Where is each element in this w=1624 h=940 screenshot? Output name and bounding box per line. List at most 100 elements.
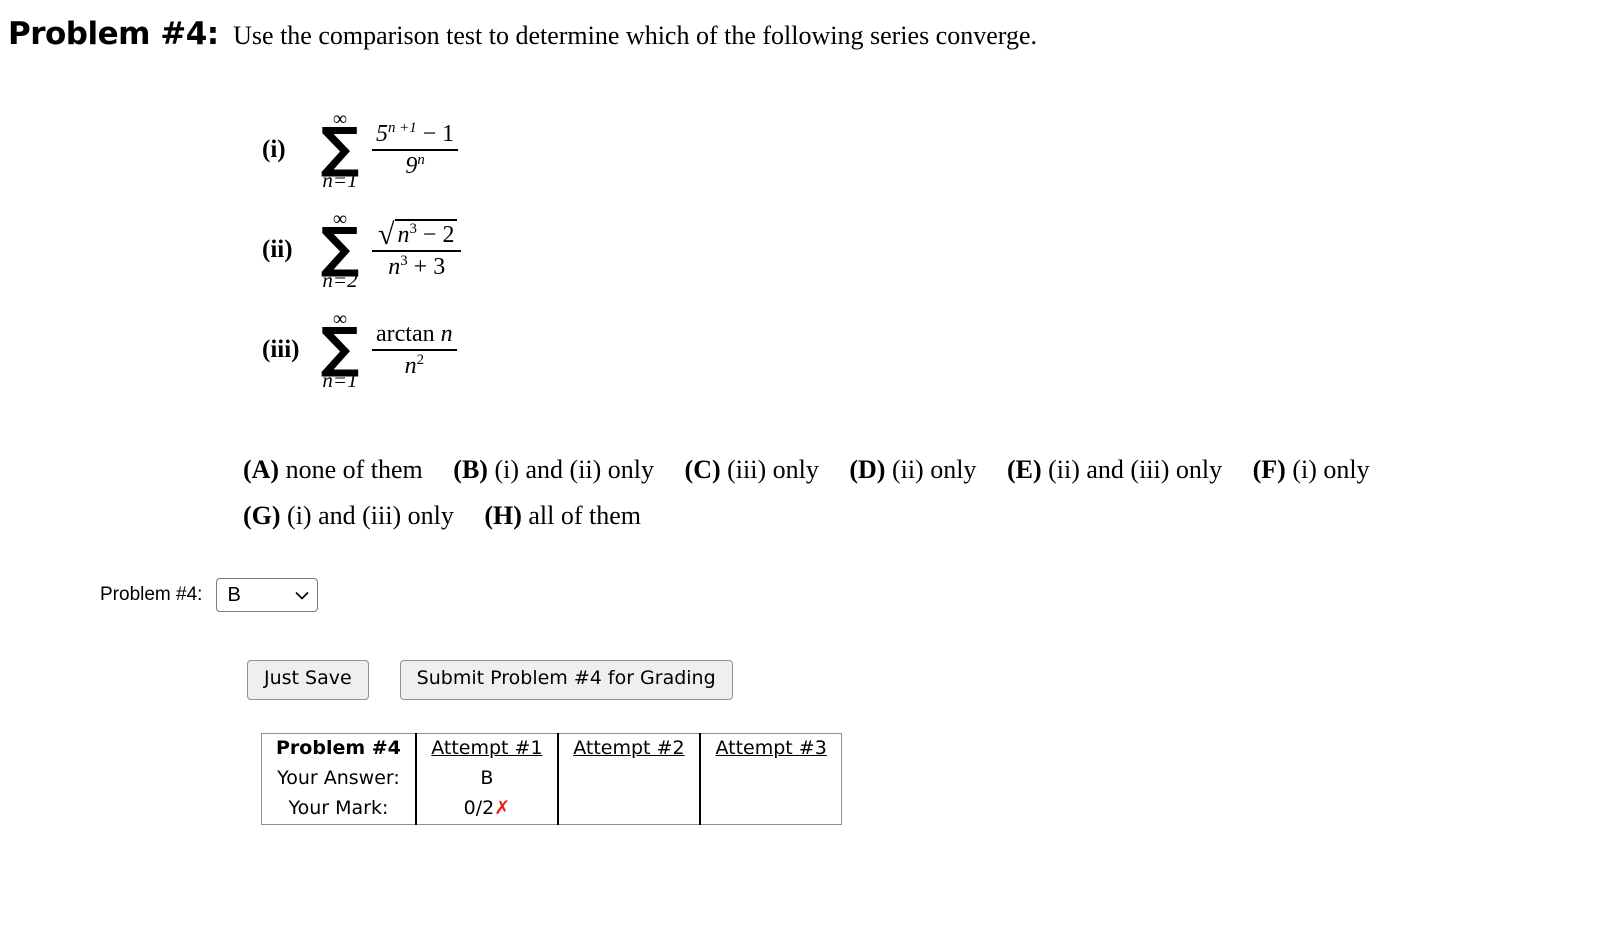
- your-mark-attempt-1: 0/2✗: [415, 794, 559, 825]
- fraction-i: 5n +1 − 1 9n: [372, 119, 459, 181]
- fraction-numerator-ii: √ n3 − 2: [372, 218, 461, 250]
- your-answer-attempt-3: [700, 764, 842, 794]
- incorrect-icon: ✗: [494, 797, 511, 819]
- radicand-tail-ii: − 2: [422, 222, 455, 249]
- fraction-denominator-i: 9n: [401, 151, 428, 181]
- your-answer-attempt-2: [557, 764, 701, 794]
- option-a-letter: (A): [243, 455, 280, 484]
- answer-options: (A) none of them (B) (i) and (ii) only (…: [243, 455, 1613, 547]
- answer-select-value: B: [227, 583, 241, 606]
- radicand-exponent-ii: 3: [409, 221, 417, 238]
- den-exponent-ii: 3: [400, 253, 408, 269]
- radical-icon: √ n3 − 2: [376, 218, 458, 252]
- radicand-ii: n3 − 2: [395, 219, 458, 249]
- den-tail-ii: + 3: [413, 254, 446, 280]
- answer-options-line-2: (G) (i) and (iii) only (H) all of them: [243, 501, 1613, 531]
- summation-iii: ∞ ∑ n=1: [314, 309, 366, 391]
- summation-i: ∞ ∑ n=1: [314, 109, 366, 191]
- option-g: (G) (i) and (iii) only: [243, 501, 454, 530]
- num-exponent-i: n +1: [388, 120, 417, 137]
- mark-value: 0/2: [463, 797, 495, 819]
- chevron-down-icon: [295, 591, 310, 600]
- series-item-ii: (ii) ∞ ∑ n=2 √ n3 − 2 n3 + 3: [262, 200, 462, 300]
- results-table-wrap: Problem #4 Attempt #1 Attempt #2 Attempt…: [261, 733, 843, 825]
- option-c-letter: (C): [684, 455, 721, 484]
- fraction-iii: arctan n n2: [372, 320, 457, 381]
- den-exponent-iii: 2: [416, 351, 425, 368]
- option-a: (A) none of them: [243, 455, 423, 484]
- option-h-text: all of them: [528, 501, 642, 530]
- sum-lower-limit-i: n=1: [322, 168, 358, 193]
- option-d-letter: (D): [849, 455, 886, 484]
- option-b-text: (i) and (ii) only: [494, 455, 655, 484]
- option-g-letter: (G): [243, 501, 281, 530]
- option-e: (E) (ii) and (iii) only: [1007, 455, 1222, 484]
- radicand-base-ii: n: [397, 222, 410, 249]
- option-d-text: (ii) only: [891, 455, 977, 484]
- series-tag-iii: (iii): [262, 336, 300, 363]
- answer-row: Problem #4: B: [100, 578, 319, 612]
- sum-lower-limit-iii: n=1: [322, 368, 358, 393]
- sum-lower-limit-ii: n=2: [322, 268, 358, 293]
- results-corner-label: Problem #4: [261, 733, 417, 764]
- fraction-ii: √ n3 − 2 n3 + 3: [372, 218, 462, 282]
- series-tag-i: (i): [262, 136, 286, 163]
- sigma-icon: ∑: [320, 115, 360, 179]
- option-h-letter: (H): [484, 501, 522, 530]
- num-base-i: 5: [376, 121, 388, 148]
- your-answer-label: Your Answer:: [261, 764, 417, 794]
- action-buttons: Just Save Submit Problem #4 for Grading: [247, 660, 733, 700]
- option-b-letter: (B): [453, 455, 488, 484]
- option-d: (D) (ii) only: [849, 455, 976, 484]
- answer-options-line-1: (A) none of them (B) (i) and (ii) only (…: [243, 455, 1613, 485]
- table-row: Your Mark: 0/2✗: [261, 794, 842, 825]
- answer-select[interactable]: B: [216, 578, 319, 612]
- answer-label: Problem #4:: [100, 584, 203, 605]
- den-exponent-i: n: [417, 152, 425, 168]
- attempt-1-header: Attempt #1: [415, 733, 559, 764]
- num-function-iii: arctan: [376, 320, 435, 347]
- problem-prompt: Use the comparison test to determine whi…: [233, 21, 1037, 50]
- den-base-i: 9: [405, 153, 418, 179]
- fraction-numerator-iii: arctan n: [372, 320, 457, 349]
- radical-sign-ii: √: [378, 218, 395, 252]
- submit-for-grading-button[interactable]: Submit Problem #4 for Grading: [399, 660, 733, 700]
- table-row: Problem #4 Attempt #1 Attempt #2 Attempt…: [261, 733, 842, 764]
- your-mark-label: Your Mark:: [261, 794, 417, 825]
- fraction-denominator-ii: n3 + 3: [384, 252, 449, 282]
- series-item-i: (i) ∞ ∑ n=1 5n +1 − 1 9n: [262, 100, 461, 200]
- series-tag-ii: (ii): [262, 236, 293, 263]
- option-e-letter: (E): [1006, 455, 1042, 484]
- attempt-2-header: Attempt #2: [557, 733, 701, 764]
- fraction-numerator-i: 5n +1 − 1: [372, 119, 458, 149]
- option-a-text: none of them: [285, 455, 423, 484]
- den-base-iii: n: [404, 352, 417, 379]
- option-c-text: (iii) only: [727, 455, 819, 484]
- option-f-letter: (F): [1252, 455, 1286, 484]
- your-mark-attempt-2: [557, 794, 701, 825]
- page-title: Problem #4:: [8, 16, 219, 52]
- option-h: (H) all of them: [484, 501, 641, 530]
- problem-header: Problem #4: Use the comparison test to d…: [8, 16, 1037, 52]
- option-e-text: (ii) and (iii) only: [1048, 455, 1223, 484]
- your-answer-attempt-1: B: [415, 764, 559, 794]
- sigma-icon: ∑: [320, 315, 360, 379]
- series-item-iii: (iii) ∞ ∑ n=1 arctan n n2: [262, 300, 461, 400]
- option-c: (C) (iii) only: [685, 455, 819, 484]
- option-f-text: (i) only: [1292, 455, 1370, 484]
- fraction-denominator-iii: n2: [401, 351, 428, 381]
- num-tail-i: − 1: [422, 121, 455, 148]
- num-argument-iii: n: [440, 320, 453, 347]
- option-b: (B) (i) and (ii) only: [453, 455, 654, 484]
- summation-ii: ∞ ∑ n=2: [314, 209, 366, 291]
- den-base-ii: n: [388, 254, 401, 280]
- your-mark-attempt-3: [700, 794, 842, 825]
- option-f: (F) (i) only: [1253, 455, 1370, 484]
- results-table: Problem #4 Attempt #1 Attempt #2 Attempt…: [261, 733, 843, 825]
- option-g-text: (i) and (iii) only: [287, 501, 454, 530]
- attempt-3-header: Attempt #3: [715, 737, 827, 759]
- table-row: Your Answer: B: [261, 764, 842, 794]
- series-list: (i) ∞ ∑ n=1 5n +1 − 1 9n (ii) ∞ ∑ n=2 √ n…: [262, 100, 462, 400]
- just-save-button[interactable]: Just Save: [247, 660, 369, 700]
- sigma-icon: ∑: [320, 215, 360, 279]
